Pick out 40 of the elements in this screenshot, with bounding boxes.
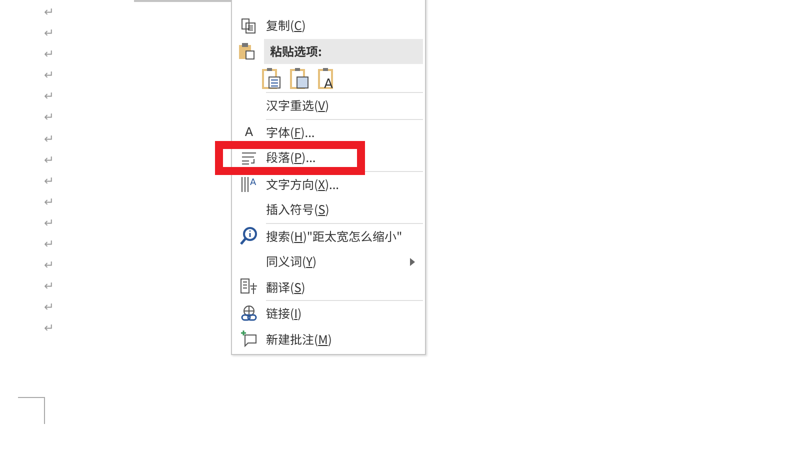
menu-item[interactable]: 新建批注(M): [232, 326, 425, 352]
menu-item[interactable]: A 文字方向(X)...: [232, 172, 425, 197]
paragraph-mark: ↵: [44, 150, 54, 170]
paragraph-mark: ↵: [44, 130, 54, 149]
submenu-arrow-icon: [410, 258, 415, 266]
menu-item[interactable]: 同义词(Y): [232, 249, 425, 274]
paste-options-header: 粘贴选项:: [264, 38, 423, 64]
paragraph-mark: ↵: [44, 277, 54, 296]
new-comment-icon: [240, 330, 258, 348]
paragraph-mark: ↵: [44, 24, 54, 44]
paragraph-mark: ↵: [44, 319, 54, 338]
paragraph-mark: ↵: [44, 256, 54, 276]
paragraph-mark: ↵: [44, 298, 54, 318]
paragraph-mark: ↵: [44, 87, 54, 106]
paragraph-mark: ↵: [44, 235, 54, 254]
paste-option-icon[interactable]: [290, 67, 310, 89]
menu-item[interactable]: 链接(I): [232, 301, 425, 326]
paragraph-mark: ↵: [44, 108, 54, 128]
paragraph-mark: ↵: [44, 66, 54, 86]
menu-item[interactable]: 翻译(S): [232, 274, 425, 300]
menu-item[interactable]: 插入符号(S): [232, 197, 425, 222]
paragraph-mark: ↵: [44, 45, 54, 64]
menu-item[interactable]: 搜索(H)"距太宽怎么缩小": [232, 224, 425, 249]
font-icon: A: [244, 125, 254, 140]
clipboard-icon: [238, 42, 256, 60]
paragraph-mark: ↵: [44, 192, 54, 212]
menu-item[interactable]: 段落(P)...: [232, 145, 425, 170]
menu-item[interactable]: 汉字重选(V): [232, 93, 425, 118]
search-icon: [240, 227, 258, 246]
paragraph-icon: [241, 150, 257, 165]
paste-option-icon[interactable]: [262, 67, 282, 89]
translate-icon: [240, 278, 258, 296]
menu-item[interactable]: A 字体(F)...: [232, 120, 425, 145]
paragraph-mark: ↵: [44, 172, 54, 191]
page-corner-mark: [18, 397, 45, 424]
paragraph-mark: ↵: [44, 3, 54, 22]
link-icon: [240, 304, 258, 323]
paragraph-mark: ↵: [44, 214, 54, 233]
copy-icon: [241, 18, 257, 34]
menu-item[interactable]: 复制(C): [232, 13, 425, 38]
